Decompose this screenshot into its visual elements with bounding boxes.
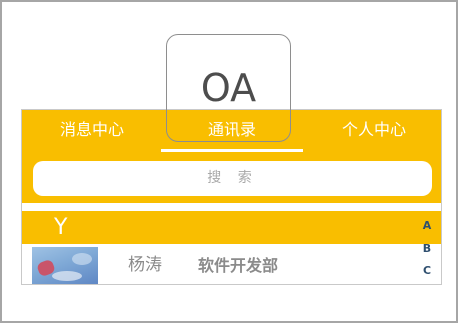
index-letter-a[interactable]: A: [418, 219, 436, 233]
search-input[interactable]: 搜 索: [33, 161, 432, 196]
section-letter: Y: [54, 215, 68, 240]
oa-logo-badge: OA: [166, 34, 291, 142]
avatar: [32, 247, 98, 284]
index-letter-c[interactable]: C: [418, 264, 436, 278]
contact-department: 软件开发部: [198, 256, 279, 275]
divider: [22, 203, 441, 211]
tab-profile[interactable]: 个人中心: [324, 118, 424, 142]
alphabet-index: A B C: [418, 216, 436, 282]
window-frame: 消息中心 通讯录 个人中心 搜 索 Y 杨涛 软件开发部 A B C OA: [0, 0, 458, 323]
contact-name: 杨涛: [128, 255, 162, 275]
section-header: Y: [22, 211, 441, 244]
search-bar: 搜 索: [22, 157, 441, 203]
oa-logo-text: OA: [200, 66, 257, 110]
active-tab-indicator: [161, 149, 303, 152]
contact-list-item[interactable]: 杨涛 软件开发部: [22, 244, 441, 284]
tab-messages[interactable]: 消息中心: [42, 118, 142, 142]
index-letter-b[interactable]: B: [418, 242, 436, 256]
